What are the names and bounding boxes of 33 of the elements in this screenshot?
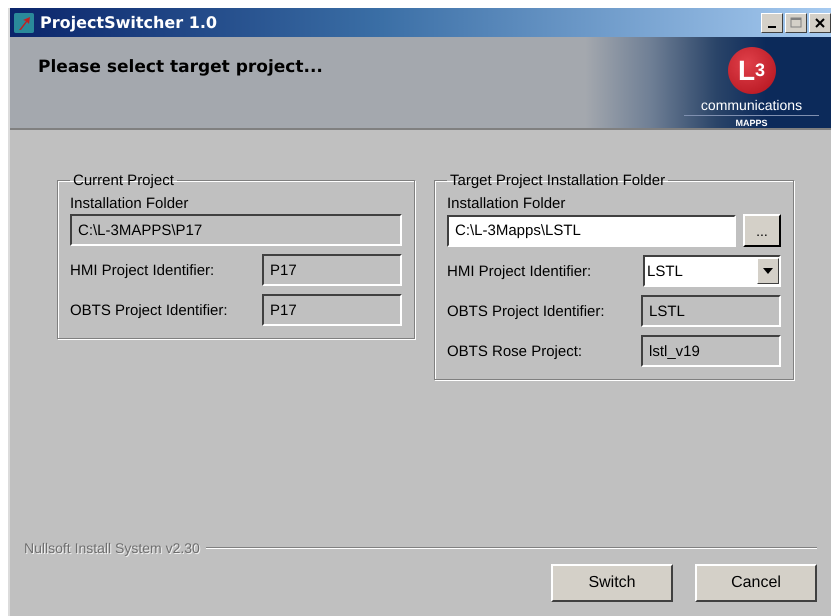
field-label: OBTS Project Identifier:: [447, 302, 605, 320]
browse-button[interactable]: ...: [743, 214, 781, 247]
field-label: Installation Folder: [70, 195, 190, 212]
identifier-field[interactable]: LSTL: [641, 295, 781, 327]
close-button[interactable]: [809, 12, 831, 32]
minimize-icon: [768, 26, 776, 28]
minimize-button[interactable]: [761, 12, 783, 32]
maximize-icon: [790, 17, 802, 28]
field-label: HMI Project Identifier:: [447, 262, 592, 280]
field-label: OBTS Project Identifier:: [70, 302, 228, 318]
dialog-button[interactable]: Cancel: [695, 564, 817, 602]
logo-name: communications: [700, 97, 802, 113]
logo-mark: L$^{3}$: [728, 47, 776, 94]
branding-text: Nullsoft Install System v2.30: [24, 540, 200, 556]
logo-division: MAPPS: [684, 115, 819, 128]
dropdown-arrow-icon: [763, 268, 773, 274]
identifier-field[interactable]: lstl_v19: [641, 335, 781, 367]
close-icon: [815, 18, 825, 28]
app-icon: [14, 12, 34, 32]
identifier-field[interactable]: P17: [262, 254, 402, 286]
field-label: HMI Project Identifier:: [70, 262, 214, 278]
page-heading: Please select target project...: [38, 57, 323, 79]
field-label: OBTS Rose Project:: [447, 342, 582, 360]
dialog-button[interactable]: Switch: [551, 564, 673, 602]
group-title: Current Project: [72, 172, 175, 189]
identifier-field[interactable]: P17: [262, 294, 402, 326]
folder-field[interactable]: C:\L-3Mapps\LSTL: [447, 214, 736, 246]
group-title: Target Project Installation Folder: [449, 172, 666, 189]
maximize-button[interactable]: [785, 12, 807, 32]
identifier-dropdown[interactable]: LSTL: [643, 255, 781, 287]
window-title: ProjectSwitcher 1.0: [40, 13, 218, 32]
field-label: Installation Folder: [447, 195, 566, 212]
folder-field[interactable]: C:\L-3MAPPS\P17: [70, 214, 402, 246]
